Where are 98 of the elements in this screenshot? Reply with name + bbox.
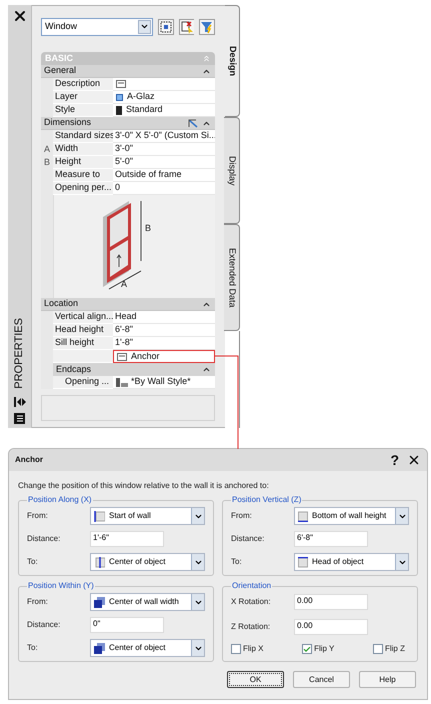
list-icon[interactable] (14, 413, 25, 424)
pick-add-icon[interactable] (178, 18, 194, 34)
group-header[interactable]: General (41, 65, 215, 78)
endcap-value: *By Wall Style* (131, 376, 191, 388)
dialog-button[interactable]: OK (227, 671, 284, 688)
dialog-instruction: Change the position of this window relative to the wall it is anchored to: (18, 480, 270, 492)
property-value: 6'-8" (115, 324, 133, 336)
field-label: Distance: (27, 619, 62, 631)
group-title: Orientation (231, 580, 272, 592)
text-input-field[interactable]: 0" (90, 617, 164, 633)
text-input-field[interactable]: 0.00 (294, 618, 368, 634)
property-value: 0 (115, 182, 120, 194)
cube-icon (94, 596, 105, 608)
dropdown-field[interactable]: Center of wall width (90, 593, 205, 611)
dialog-title: Anchor (15, 454, 44, 466)
property-label: Vertical align... (53, 311, 113, 324)
dialog-button[interactable]: Help (359, 671, 416, 688)
text-input-field[interactable]: 6'-8" (294, 531, 368, 547)
style-swatch-icon (116, 106, 122, 114)
row-gutter (41, 130, 53, 143)
field-label: To: (231, 556, 243, 568)
collapse-icon[interactable] (202, 365, 211, 374)
caret-icon (140, 22, 149, 31)
note-icon (117, 352, 127, 360)
checkbox-label: Flip Z (384, 643, 405, 655)
property-label: Measure to (53, 169, 113, 182)
property-value: Outside of frame (115, 169, 182, 181)
property-value: Head (115, 311, 137, 323)
property-label: Layer (53, 91, 113, 104)
property-label: Height (53, 156, 113, 169)
subgroup-header[interactable]: Endcaps (53, 363, 215, 376)
dropdown-field[interactable]: Center of object (90, 639, 205, 657)
field-label: To: (27, 642, 39, 654)
field-label: Distance: (27, 533, 62, 545)
window-diagram-drawing: B A (94, 198, 174, 294)
group-title: Position Along (X) (27, 494, 93, 506)
row-gutter (41, 78, 53, 91)
row-gutter (41, 311, 53, 324)
help-button[interactable]: ? (390, 453, 399, 467)
dropdown-field[interactable]: Bottom of wall height (294, 507, 409, 525)
dropdown-field[interactable]: Start of wall (90, 507, 205, 525)
row-gutter (41, 376, 53, 389)
property-label: Head height (53, 324, 113, 337)
filter-icon[interactable] (199, 18, 216, 34)
row-gutter (41, 104, 53, 117)
text-input-field[interactable]: 0.00 (294, 594, 368, 610)
dropdown-field[interactable]: Head of object (294, 553, 409, 571)
dimension-marker: B (41, 156, 53, 169)
group-title: Position Vertical (Z) (231, 494, 302, 506)
palette-tab[interactable]: Design (225, 5, 240, 117)
dialog-button[interactable]: Cancel (293, 671, 350, 688)
palette-title: PROPERTIES (12, 318, 26, 389)
field-label: From: (231, 510, 253, 522)
check-icon (303, 644, 312, 654)
position-icon (94, 510, 105, 522)
property-label: Width (53, 143, 113, 156)
position-icon (298, 556, 308, 568)
property-label: Description (53, 78, 113, 91)
dimension-marker: A (41, 143, 53, 156)
checkbox[interactable] (302, 644, 312, 654)
checkbox[interactable] (372, 644, 383, 654)
field-label: To: (27, 556, 39, 568)
group-header[interactable]: Location (41, 298, 215, 311)
field-label: Distance: (231, 533, 266, 545)
property-label: Style (53, 104, 113, 117)
field-label: From: (27, 510, 49, 522)
property-label: Sill height (53, 337, 113, 350)
position-icon (298, 510, 308, 522)
group-header[interactable]: Dimensions (41, 117, 215, 130)
select-objects-icon[interactable] (158, 18, 174, 34)
checkbox-label: Flip Y (314, 643, 334, 655)
palette-tab[interactable]: Extended Data (224, 224, 240, 331)
group-title: Position Within (Y) (27, 580, 95, 592)
cube-icon (94, 642, 105, 654)
collapse-panel-icon[interactable] (14, 397, 26, 407)
field-label: X Rotation: (231, 596, 272, 608)
close-icon[interactable] (407, 453, 421, 467)
checkbox-label: Flip X (243, 643, 264, 655)
property-label-cell (53, 350, 113, 363)
endcap-icon (116, 378, 128, 386)
field-label: Z Rotation: (231, 620, 272, 632)
object-type-dropdown[interactable]: Window (41, 18, 153, 36)
field-label: From: (27, 596, 49, 608)
anchor-property-value[interactable]: Anchor (113, 350, 215, 363)
checkbox[interactable] (231, 644, 241, 654)
property-label: Opening per... (53, 182, 113, 195)
layer-value: A-Glaz (127, 91, 155, 103)
property-value: 1'-8" (115, 337, 133, 349)
property-value: 5'-0" (115, 156, 133, 168)
text-input-field[interactable]: 1'-6" (90, 531, 164, 547)
property-value: 3'-0" (115, 143, 133, 155)
dropdown-field[interactable]: Center of object (90, 553, 205, 571)
dimension-tool-icon[interactable] (188, 118, 198, 128)
style-value: Standard (126, 104, 163, 116)
position-icon (94, 556, 105, 568)
property-label: Opening ... (53, 376, 113, 389)
palette-tab[interactable]: Display (224, 117, 240, 224)
layer-swatch-icon (116, 94, 123, 100)
